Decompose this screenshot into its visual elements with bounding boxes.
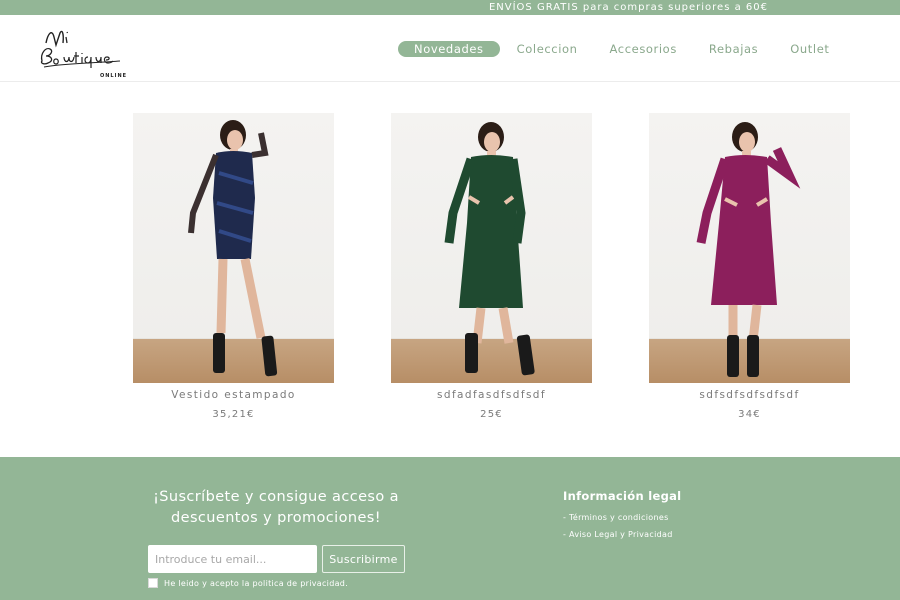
consent-label: He leido y acepto la politica de privaci…	[164, 578, 348, 588]
brand-logo[interactable]: ONLINE	[36, 23, 126, 79]
subscribe-button[interactable]: Suscribirme	[322, 545, 405, 573]
legal-link-terms[interactable]: - Términos y condiciones	[563, 513, 673, 530]
product-price: 35,21€	[212, 409, 255, 420]
site-header: ONLINE Novedades Coleccion Accesorios Re…	[0, 15, 900, 82]
nav-item-accesorios[interactable]: Accesorios	[610, 41, 677, 57]
product-name[interactable]: Vestido estampado	[133, 389, 334, 403]
nav-item-outlet[interactable]: Outlet	[790, 41, 829, 57]
product-name[interactable]: sdfadfasdfsdfsdf	[391, 389, 592, 403]
legal-links: - Términos y condiciones - Aviso Legal y…	[563, 513, 673, 547]
product-card[interactable]: sdfsdfsdfsdfsdf 34€	[649, 113, 850, 420]
product-price: 34€	[738, 409, 761, 420]
logo-tagline: ONLINE	[100, 73, 128, 79]
product-price: 25€	[480, 409, 503, 420]
product-card[interactable]: sdfadfasdfsdfsdf 25€	[391, 113, 592, 420]
consent-row: He leido y acepto la politica de privaci…	[148, 578, 348, 588]
model-figure	[444, 122, 535, 376]
email-field[interactable]	[148, 545, 317, 573]
nav-item-novedades[interactable]: Novedades	[398, 41, 500, 57]
site-footer: ¡Suscríbete y consigue acceso a descuent…	[0, 457, 900, 600]
logo-script-icon	[40, 30, 121, 68]
main-nav: Novedades Coleccion Accesorios Rebajas O…	[398, 41, 830, 57]
product-image[interactable]	[649, 113, 850, 383]
announcement-bar: ENVÍOS GRATIS para compras superiores a …	[0, 0, 900, 15]
legal-link-privacy[interactable]: - Aviso Legal y Privacidad	[563, 530, 673, 547]
subscribe-title: ¡Suscríbete y consigue acceso a descuent…	[153, 489, 399, 526]
legal-title: Información legal	[563, 489, 682, 503]
nav-item-rebajas[interactable]: Rebajas	[709, 41, 758, 57]
model-figure	[188, 120, 278, 377]
model-figure	[696, 122, 801, 377]
product-image[interactable]	[391, 113, 592, 383]
nav-item-coleccion[interactable]: Coleccion	[517, 41, 578, 57]
product-name[interactable]: sdfsdfsdfsdfsdf	[649, 389, 850, 403]
product-image[interactable]	[133, 113, 334, 383]
announcement-text: ENVÍOS GRATIS para compras superiores a …	[488, 2, 768, 13]
product-card[interactable]: Vestido estampado 35,21€	[133, 113, 334, 420]
consent-checkbox[interactable]	[148, 578, 158, 588]
